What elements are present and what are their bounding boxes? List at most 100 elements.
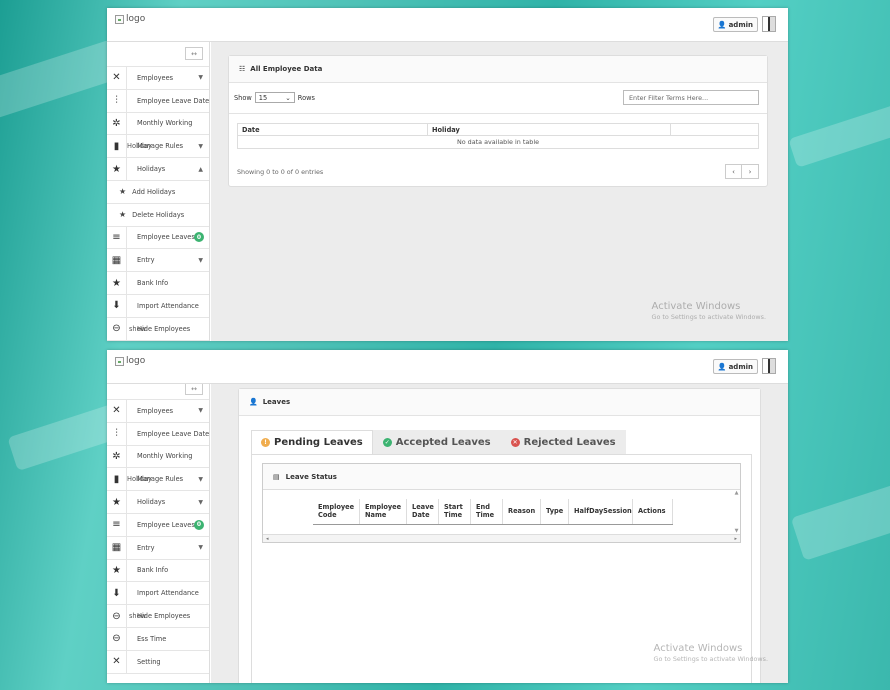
admin-button[interactable]: 👤 admin [712, 359, 758, 374]
calendar-icon: ▦ [107, 536, 127, 559]
caret-down-icon: ▼ [198, 407, 203, 415]
column-header-start-time[interactable]: Start Time [439, 499, 471, 524]
sidebar-item-label: Entry [137, 256, 155, 265]
watermark-subtitle: Go to Settings to activate Windows. [651, 313, 766, 321]
rows-label: Rows [297, 93, 315, 102]
next-page-button[interactable]: › [742, 165, 758, 178]
avatar[interactable] [762, 16, 776, 32]
sidebar-item-monthly-working[interactable]: ✲ Monthly Working [107, 112, 209, 136]
sidebar-item-label: Import Attendance [137, 589, 199, 598]
sliders-icon: ⫶ [107, 89, 127, 112]
column-header-leave-date[interactable]: Leave Date [407, 499, 439, 524]
column-header-reason[interactable]: Reason [503, 499, 541, 524]
sidebar-subitem-delete-holidays[interactable]: ★ Delete Holidays [107, 204, 209, 227]
column-header-holiday[interactable]: Holiday [428, 124, 671, 135]
leaves-panel: 👤 Leaves ! Pending Leaves ✓ Accepted Lea… [238, 388, 761, 683]
rows-select[interactable]: 15 ⌄ [254, 92, 295, 103]
sidebar-item-label: Employee Leave Date [137, 96, 209, 105]
column-header-employee-code[interactable]: Employee Code [313, 499, 360, 524]
sidebar-item-label: Employees [137, 406, 174, 415]
empty-table-message: No data available in table [456, 138, 540, 146]
sidebar-item-hide-employees[interactable]: ⊖ show Hide Employees [107, 317, 209, 341]
admin-button[interactable]: 👤 admin [712, 17, 758, 32]
star-icon: ★ [107, 272, 127, 294]
watermark-title: Activate Windows [651, 301, 741, 312]
tab-accepted-leaves[interactable]: ✓ Accepted Leaves [372, 430, 501, 455]
sidebar-item-employee-leaves[interactable]: ≡ Employee Leaves 0 [107, 513, 209, 537]
sidebar-item-bank-info[interactable]: ★ Bank Info [107, 559, 209, 583]
sidebar-item-label: Ess Time [137, 634, 167, 643]
sidebar-item-employees[interactable]: ✕ Employees ▼ [107, 400, 209, 423]
vertical-scrollbar[interactable]: ▲ ▼ [733, 490, 740, 534]
sidebar-item-employee-leave-date[interactable]: ⫶ Employee Leave Date [107, 422, 209, 446]
sidebar-item-label: Bank Info [137, 566, 169, 575]
filter-input[interactable]: Enter Filter Terms Here... [623, 90, 759, 105]
horizontal-scrollbar[interactable]: ◂ ▸ [263, 534, 740, 542]
star-icon: ★ [107, 559, 127, 582]
table-list-icon: ☷ [239, 65, 246, 73]
sidebar-item-employees[interactable]: ✕ Employees ▼ [107, 67, 209, 90]
sidebar-item-manage-rules[interactable]: ▮ Holiday Manage Rules ▼ [107, 135, 209, 159]
sidebar-item-label: Employee Leave Date [137, 429, 209, 438]
logo[interactable]: logo [115, 14, 145, 24]
sidebar: ↔ ✕ Employees ▼ ⫶ Employee Leave Date ✲ … [107, 42, 210, 341]
employee-data-panel: ☷ All Employee Data Show 15 ⌄ Rows Enter… [228, 55, 768, 187]
tab-pending-leaves[interactable]: ! Pending Leaves [251, 430, 373, 455]
collapse-arrows-icon[interactable]: ↔ [185, 47, 203, 60]
sidebar-item-label: Holidays [137, 165, 166, 174]
background-streak [7, 403, 123, 472]
star-icon: ★ [119, 187, 127, 197]
warning-icon: ! [261, 438, 270, 447]
holidays-table: Date Holiday No data available in table [237, 123, 759, 149]
sidebar-item-import-attendance[interactable]: ⬇ Import Attendance [107, 294, 209, 318]
column-header-half-day-session[interactable]: HalfDaySession [569, 499, 633, 524]
count-badge: 0 [194, 519, 204, 530]
sidebar-item-employee-leaves[interactable]: ≡ Employee Leaves 0 [107, 226, 209, 250]
column-header-type[interactable]: Type [541, 499, 569, 524]
sidebar-item-monthly-working[interactable]: ✲ Monthly Working [107, 445, 209, 469]
table-header: Date Holiday [238, 124, 758, 136]
sidebar-item-bank-info[interactable]: ★ Bank Info [107, 272, 209, 295]
sidebar-item-import-attendance[interactable]: ⬇ Import Attendance [107, 582, 209, 606]
column-header-end-time[interactable]: End Time [471, 499, 503, 524]
column-header-extra[interactable] [671, 124, 758, 135]
column-header-date[interactable]: Date [238, 124, 428, 135]
column-header-actions[interactable]: Actions [633, 499, 673, 524]
admin-label: admin [728, 362, 753, 371]
sidebar-item-setting[interactable]: ✕ Setting [107, 650, 209, 674]
background-streak [788, 102, 890, 168]
check-icon: ✓ [382, 438, 392, 447]
sidebar-item-entry[interactable]: ▦ Entry ▼ [107, 536, 209, 560]
sidebar-item-label: Employees [137, 73, 174, 82]
sidebar-item-employee-leave-date[interactable]: ⫶ Employee Leave Date [107, 89, 209, 113]
tab-label: Pending Leaves [274, 437, 363, 448]
leave-status-panel: ▤ Leave Status Employee Code Employee Na… [262, 463, 741, 543]
broken-image-icon [115, 356, 124, 366]
download-icon: ⬇ [107, 294, 127, 317]
watermark-title: Activate Windows [653, 643, 743, 654]
avatar[interactable] [762, 358, 776, 374]
background-streak [0, 39, 123, 121]
collapse-arrows-icon[interactable]: ↔ [185, 384, 203, 395]
overlapping-label: show [129, 324, 147, 333]
main-content: ☷ All Employee Data Show 15 ⌄ Rows Enter… [211, 42, 788, 341]
panel-header: ☷ All Employee Data [229, 56, 767, 83]
sidebar-subitem-add-holidays[interactable]: ★ Add Holidays [107, 181, 209, 204]
sidebar-item-holidays[interactable]: ★ Holidays ▲ [107, 158, 209, 181]
logo[interactable]: logo [115, 356, 145, 366]
sidebar-item-ess-time[interactable]: ⊖ Ess Time [107, 627, 209, 651]
column-header-employee-name[interactable]: Employee Name [360, 499, 407, 524]
sidebar-item-label: Holidays [137, 498, 166, 507]
sidebar-item-holidays[interactable]: ★ Holidays ▼ [107, 491, 209, 514]
entries-info: Showing 0 to 0 of 0 entries [237, 168, 324, 176]
admin-label: admin [728, 20, 753, 29]
prev-page-button[interactable]: ‹ [726, 165, 742, 178]
caret-down-icon: ▼ [198, 475, 203, 483]
sidebar-item-entry[interactable]: ▦ Entry ▼ [107, 249, 209, 273]
panel-title: All Employee Data [250, 65, 323, 73]
sidebar-item-manage-rules[interactable]: ▮ Holiday Manage Rules ▼ [107, 468, 209, 492]
sidebar-item-hide-employees[interactable]: ⊖ show Hide Employees [107, 605, 209, 628]
caret-down-icon: ▼ [198, 74, 203, 82]
minus-circle-icon: ⊖ [107, 317, 127, 340]
tab-rejected-leaves[interactable]: ✕ Rejected Leaves [500, 430, 626, 455]
